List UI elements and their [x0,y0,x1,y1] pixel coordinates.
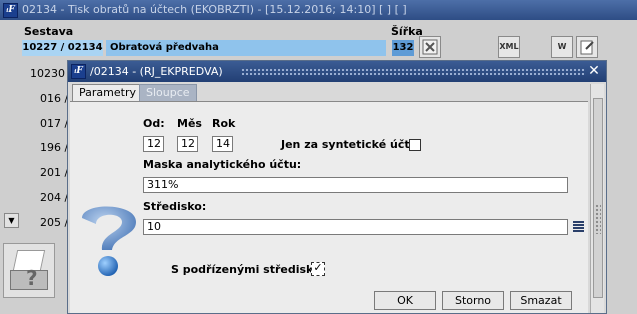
help-question-icon [82,206,136,276]
print-question-mark: ? [26,266,38,290]
list-picker-icon[interactable] [573,221,584,234]
list-row[interactable]: 016 / [40,92,68,105]
title-bar-grip [241,68,586,75]
maska-field[interactable]: 311% [143,177,568,193]
synteticke-checkbox[interactable] [409,139,421,151]
rok-field[interactable]: 14 [212,136,233,152]
selected-row-width[interactable]: 132 [392,40,414,56]
parameters-panel: Od: Měs Rok 12 12 14 Jen za syntetické ú… [70,101,588,313]
app-logo-icon: ᵢF [3,3,18,18]
scrollbar-thumb[interactable] [593,98,603,298]
stredisko-field[interactable]: 10 [143,219,568,235]
list-row[interactable]: 205 / [40,216,68,229]
selected-row-code[interactable]: 10227 / 02134 [22,40,103,56]
dialog-title: /02134 - (RJ_EKPREDVA) [90,65,223,78]
mes-label: Měs [177,117,202,130]
stredisko-label: Středisko: [143,200,207,213]
od-label: Od: [143,117,165,130]
tab-parametry[interactable]: Parametry [72,84,143,102]
scroll-down-icon[interactable]: ▼ [4,213,19,228]
podrizene-checkbox[interactable]: ✓ [311,262,325,276]
synteticke-label: Jen za syntetické účty: [281,138,422,151]
print-icon[interactable]: ? [3,243,55,298]
parameters-dialog: ᵢF /02134 - (RJ_EKPREDVA) ✕ Parametry Sl… [67,60,607,314]
podrizene-label: S podřízenými středisky: [171,263,325,276]
list-row[interactable]: 196 / [40,141,68,154]
background-title-bar: ᵢF 02134 - Tisk obratů na účtech (EKOBRZ… [0,0,637,20]
selected-row-name[interactable]: Obratová předvaha [106,40,386,56]
list-row[interactable]: 201 / [40,166,68,179]
smazat-button[interactable]: Smazat [510,291,572,310]
list-row[interactable]: 204 / [40,191,68,204]
column-header-sestava: Sestava [24,25,74,38]
list-row[interactable]: 017 / [40,117,68,130]
maska-label: Maska analytického účtu: [143,158,302,171]
edit-icon[interactable] [576,36,598,58]
od-field[interactable]: 12 [143,136,164,152]
background-title: 02134 - Tisk obratů na účtech (EKOBRZTI)… [22,3,407,16]
rok-label: Rok [212,117,236,130]
dialog-scrollbar[interactable] [590,84,604,313]
storno-button[interactable]: Storno [442,291,504,310]
close-icon[interactable]: ✕ [586,63,602,79]
tab-sloupce[interactable]: Sloupce [139,84,197,102]
excel-icon[interactable] [419,36,441,58]
ok-button[interactable]: OK [374,291,436,310]
dialog-title-bar[interactable]: ᵢF /02134 - (RJ_EKPREDVA) ✕ [68,61,606,82]
mes-field[interactable]: 12 [177,136,198,152]
scrollbar-grip [595,204,601,234]
dialog-logo-icon: ᵢF [71,64,86,79]
list-row[interactable]: 10230 / [30,67,72,80]
xml-icon[interactable]: XML [498,36,520,58]
word-icon[interactable]: W [551,36,573,58]
